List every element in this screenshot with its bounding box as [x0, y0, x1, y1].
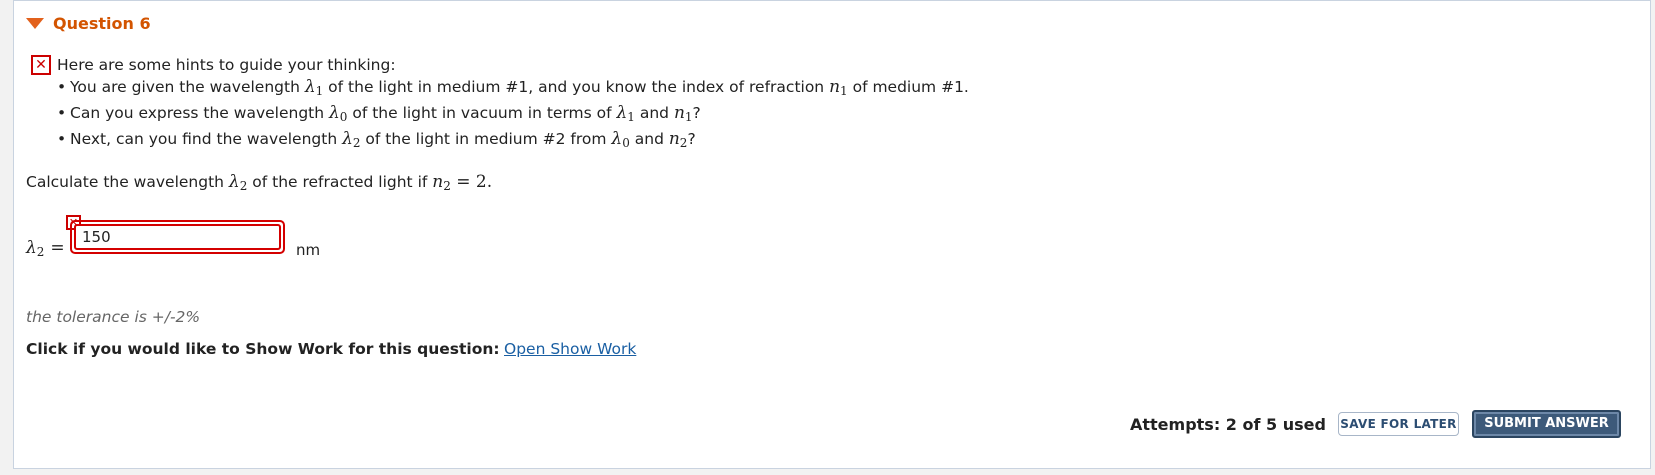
question-title: Question 6 — [53, 14, 151, 33]
tolerance-note: the tolerance is +/-2% — [26, 308, 201, 326]
attempts-counter: Attempts: 2 of 5 used — [1130, 415, 1326, 434]
question-prompt: Calculate the wavelength λ2 of the refra… — [26, 172, 493, 193]
lambda-2-symbol: λ2 — [228, 172, 248, 193]
hints-intro: Here are some hints to guide your thinki… — [57, 56, 396, 74]
hint-item-3: Next, can you find the wavelength λ2 of … — [57, 128, 969, 154]
answer-variable-label: λ2 = — [26, 238, 65, 259]
n2-equation: = 2. — [450, 172, 493, 192]
open-show-work-link[interactable]: Open Show Work — [504, 340, 636, 358]
collapse-triangle-icon[interactable] — [26, 18, 44, 29]
hint-item-1: You are given the wavelength λ1 of the l… — [57, 76, 969, 102]
hint-item-2: Can you express the wavelength λ0 of the… — [57, 102, 969, 128]
lambda-2-symbol: λ2 — [342, 129, 361, 150]
answer-unit: nm — [296, 241, 321, 259]
hints-block: Here are some hints to guide your thinki… — [57, 54, 969, 154]
n-2-symbol: n2 — [668, 129, 688, 150]
hints-list: You are given the wavelength λ1 of the l… — [57, 76, 969, 154]
submit-answer-button[interactable]: SUBMIT ANSWER — [1472, 410, 1621, 438]
answer-input-wrapper[interactable]: 150 — [70, 220, 285, 254]
lambda-1-symbol: λ1 — [616, 103, 635, 124]
lambda-0-symbol: λ0 — [611, 129, 630, 150]
lambda-1-symbol: λ1 — [304, 77, 324, 98]
n-1-symbol: n1 — [673, 103, 693, 124]
lambda-0-symbol: λ0 — [328, 103, 348, 124]
n-2-symbol: n2 — [432, 172, 451, 193]
show-work-prompt: Click if you would like to Show Work for… — [26, 340, 500, 358]
save-for-later-button[interactable]: SAVE FOR LATER — [1338, 412, 1459, 436]
n-1-symbol: n1 — [829, 77, 848, 98]
incorrect-x-icon: ✕ — [31, 55, 51, 75]
answer-input[interactable]: 150 — [74, 224, 281, 250]
question-header[interactable]: Question 6 — [26, 14, 151, 33]
